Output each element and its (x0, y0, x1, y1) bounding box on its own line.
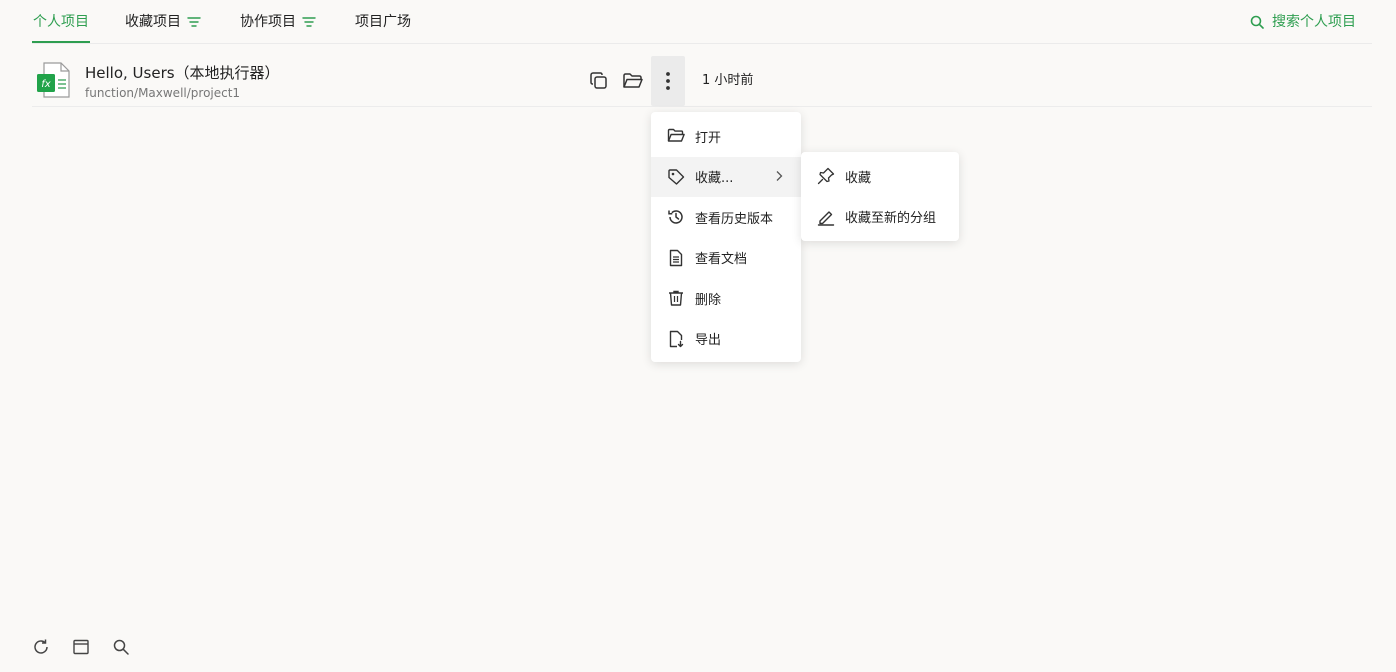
submenu-item-favorite[interactable]: 收藏 (801, 156, 959, 197)
pin-icon (817, 168, 835, 185)
menu-item-favorite[interactable]: 收藏... (651, 156, 801, 197)
menu-item-label: 收藏... (695, 171, 734, 187)
tab-favorite-projects[interactable]: 收藏项目 (125, 12, 201, 32)
tab-collab-projects[interactable]: 协作项目 (240, 12, 316, 32)
folder-open-icon (667, 129, 685, 142)
window-button[interactable] (72, 638, 90, 656)
folder-open-icon (623, 73, 643, 88)
window-icon (73, 639, 89, 655)
filter-icon[interactable] (187, 15, 201, 29)
tabs-divider (32, 43, 1372, 44)
tab-personal-projects[interactable]: 个人项目 (33, 12, 89, 32)
menu-item-export[interactable]: 导出 (651, 319, 801, 360)
tab-label: 个人项目 (33, 14, 89, 30)
project-updated-time: 1 小时前 (702, 73, 754, 88)
chevron-right-icon (776, 170, 783, 181)
tab-label: 项目广场 (355, 14, 411, 30)
search-personal-projects-button[interactable]: 搜索个人项目 (1250, 12, 1356, 32)
menu-item-label: 导出 (695, 333, 722, 349)
search-icon (1250, 15, 1264, 29)
menu-item-label: 收藏至新的分组 (845, 211, 937, 227)
menu-item-label: 查看历史版本 (695, 211, 774, 227)
svg-text:fx: fx (41, 79, 51, 90)
more-options-button[interactable] (651, 56, 685, 106)
trash-icon (669, 291, 683, 306)
menu-item-history[interactable]: 查看历史版本 (651, 197, 801, 238)
refresh-icon (34, 639, 48, 654)
tab-label: 协作项目 (240, 14, 296, 30)
tab-label: 收藏项目 (125, 14, 181, 30)
tab-project-plaza[interactable]: 项目广场 (355, 12, 411, 32)
project-row[interactable]: fx Hello, Users（本地执行器） function/Maxwell/… (32, 56, 1372, 107)
favorite-submenu: 收藏 收藏至新的分组 (801, 152, 959, 241)
menu-item-label: 删除 (695, 292, 722, 308)
project-path: function/Maxwell/project1 (85, 86, 241, 100)
menu-item-label: 打开 (695, 130, 722, 146)
search-button[interactable] (112, 638, 130, 656)
menu-item-open[interactable]: 打开 (651, 116, 801, 157)
refresh-button[interactable] (32, 638, 50, 656)
project-context-menu: 打开 收藏... 查看历史版本 查看文档 删除 导出 (651, 112, 801, 362)
tag-icon (668, 169, 685, 185)
menu-item-docs[interactable]: 查看文档 (651, 238, 801, 279)
bottom-toolbar (32, 638, 130, 656)
search-icon (113, 639, 129, 655)
document-icon (669, 249, 683, 266)
filter-icon[interactable] (302, 15, 316, 29)
submenu-item-favorite-new-group[interactable]: 收藏至新的分组 (801, 197, 959, 238)
export-icon (669, 330, 684, 347)
function-file-icon: fx (37, 62, 70, 98)
copy-button[interactable] (582, 56, 616, 106)
history-icon (668, 210, 683, 224)
pencil-icon (817, 211, 835, 226)
project-tabs: 个人项目 收藏项目 协作项目 项目广场 搜索个人项目 (0, 0, 1396, 44)
menu-item-label: 收藏 (845, 170, 872, 186)
menu-item-label: 查看文档 (695, 252, 748, 268)
search-label: 搜索个人项目 (1272, 14, 1356, 30)
open-folder-button[interactable] (616, 56, 650, 106)
copy-icon (590, 72, 607, 89)
more-vertical-icon (666, 72, 670, 90)
project-title[interactable]: Hello, Users（本地执行器） (85, 63, 280, 83)
menu-item-delete[interactable]: 删除 (651, 278, 801, 319)
